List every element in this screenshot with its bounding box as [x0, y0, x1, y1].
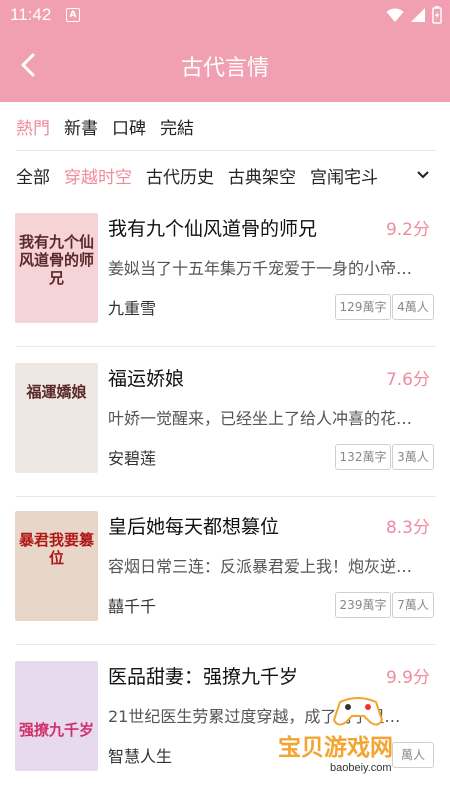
watermark-url: baobeiy.com — [330, 762, 392, 774]
book-item[interactable]: 暴君我要篡位 皇后她每天都想篡位 8.3分 容烟日常三连：反派暴君爱上我！炮灰逆… — [0, 495, 450, 645]
book-author: 安碧莲 — [108, 449, 157, 468]
watermark: 宝贝游戏网 baobeiy.com — [278, 690, 438, 790]
status-time: 11:42 — [10, 5, 52, 24]
notification-icon: A — [66, 8, 80, 22]
book-title: 医品甜妻：强撩九千岁 — [108, 666, 299, 688]
book-description: 姜姒当了十五年集万千宠爱于一身的小帝… — [108, 259, 413, 278]
chevron-down-icon[interactable] — [416, 168, 430, 182]
book-title: 我有九个仙风道骨的师兄 — [108, 218, 318, 240]
watermark-text: 宝贝游戏网 — [278, 735, 393, 761]
book-score: 7.6分 — [385, 370, 430, 390]
category-tabs: 全部 穿越时空 古代历史 古典架空 宫闱宅斗 — [16, 163, 378, 188]
book-cover: 强撩九千岁 — [15, 661, 98, 771]
battery-icon — [432, 6, 442, 24]
book-item[interactable]: 我有九个仙风道骨的师兄 我有九个仙风道骨的师兄 9.2分 姜姒当了十五年集万千宠… — [0, 197, 450, 347]
tab-completed[interactable]: 完結 — [160, 114, 194, 139]
book-score: 9.9分 — [385, 668, 430, 688]
divider — [16, 150, 436, 151]
wifi-icon — [386, 8, 404, 22]
category-time-travel[interactable]: 穿越时空 — [64, 163, 132, 188]
category-ancient-history[interactable]: 古代历史 — [146, 163, 214, 188]
reader-count-badge: 3萬人 — [392, 444, 434, 470]
word-count-badge: 132萬字 — [335, 444, 391, 470]
filter-panel: 熱門 新書 口碑 完結 全部 穿越时空 古代历史 古典架空 宫闱宅斗 — [0, 102, 450, 206]
book-description: 容烟日常三连：反派暴君爱上我！炮灰逆… — [108, 557, 413, 576]
book-title: 皇后她每天都想篡位 — [108, 516, 280, 538]
page-title: 古代言情 — [180, 56, 269, 81]
category-classical-fantasy[interactable]: 古典架空 — [228, 163, 296, 188]
word-count-badge: 239萬字 — [335, 592, 391, 618]
app-bar: 古代言情 — [0, 30, 450, 102]
word-count-badge: 129萬字 — [335, 294, 391, 320]
book-title: 福运娇娘 — [108, 368, 185, 390]
book-cover: 暴君我要篡位 — [15, 511, 98, 621]
book-description: 叶娇一觉醒来，已经坐上了给人冲喜的花… — [108, 409, 413, 428]
reader-count-badge: 4萬人 — [392, 294, 434, 320]
category-all[interactable]: 全部 — [16, 163, 50, 188]
sort-tabs: 熱門 新書 口碑 完結 — [16, 114, 194, 139]
gamepad-icon — [332, 697, 384, 726]
book-item[interactable]: 福運嬌娘 福运娇娘 7.6分 叶娇一觉醒来，已经坐上了给人冲喜的花… 安碧莲 1… — [0, 347, 450, 497]
tab-reputation[interactable]: 口碑 — [112, 114, 146, 139]
book-author: 智慧人生 — [108, 747, 173, 766]
book-author: 囍千千 — [108, 597, 157, 616]
book-author: 九重雪 — [108, 299, 157, 318]
signal-icon — [411, 8, 425, 22]
book-cover: 我有九个仙风道骨的师兄 — [15, 213, 98, 323]
tab-new[interactable]: 新書 — [64, 114, 98, 139]
status-icons — [386, 6, 442, 24]
status-bar: 11:42 A — [0, 0, 450, 30]
reader-count-badge: 7萬人 — [392, 592, 434, 618]
tab-hot[interactable]: 熱門 — [16, 114, 50, 139]
book-cover: 福運嬌娘 — [15, 363, 98, 473]
book-score: 9.2分 — [385, 220, 430, 240]
category-palace-intrigue[interactable]: 宫闱宅斗 — [310, 163, 378, 188]
book-score: 8.3分 — [385, 518, 430, 538]
